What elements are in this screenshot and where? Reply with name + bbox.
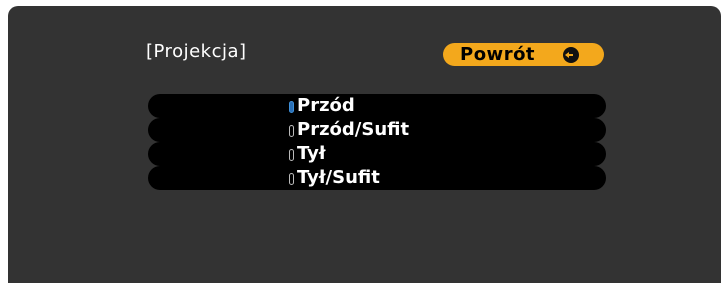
option-front-ceiling[interactable]: Przód/Sufit — [148, 118, 606, 142]
enter-icon — [563, 47, 579, 63]
radio-indicator — [289, 149, 294, 161]
menu-title: [Projekcja] — [146, 41, 247, 62]
option-rear[interactable]: Tył — [148, 142, 606, 166]
option-front[interactable]: Przód — [148, 94, 606, 118]
back-button-label: Powrót — [460, 44, 536, 65]
option-label: Przód/Sufit — [297, 119, 410, 140]
radio-indicator — [289, 125, 294, 137]
option-rear-ceiling[interactable]: Tył/Sufit — [148, 166, 606, 190]
option-label: Tył — [297, 143, 326, 164]
radio-indicator — [289, 173, 294, 185]
option-label: Przód — [297, 95, 355, 116]
back-button[interactable]: Powrót — [443, 43, 604, 66]
radio-indicator-selected — [289, 101, 294, 113]
option-label: Tył/Sufit — [297, 167, 380, 188]
projection-menu-panel: [Projekcja] Powrót Przód Przód/Sufit Tył… — [8, 6, 721, 283]
